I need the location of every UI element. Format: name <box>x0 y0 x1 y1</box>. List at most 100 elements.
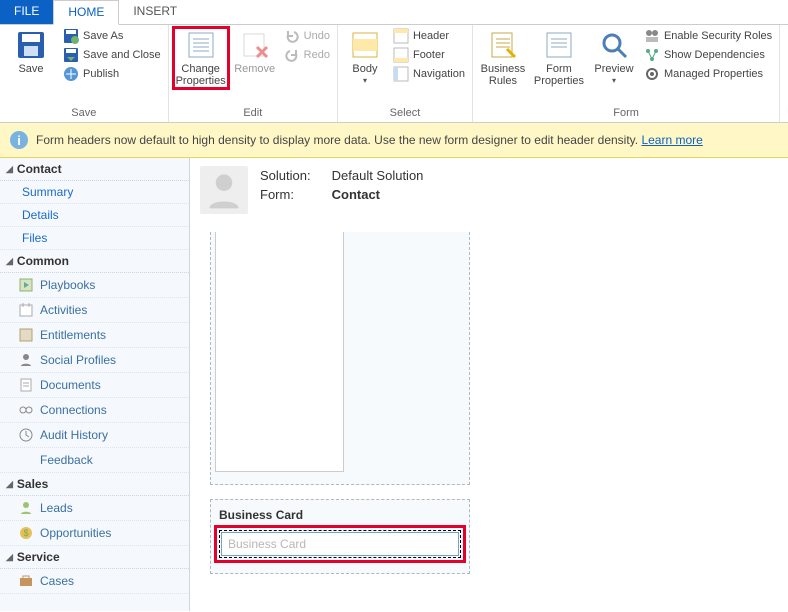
tab-file[interactable]: FILE <box>0 0 53 24</box>
security-roles-icon <box>644 28 660 44</box>
group-label-edit: Edit <box>173 105 333 122</box>
sidebar-item-documents[interactable]: Documents <box>0 373 189 398</box>
business-card-title: Business Card <box>219 508 463 522</box>
avatar <box>200 166 248 214</box>
social-icon <box>18 352 34 368</box>
save-and-close-button[interactable]: Save and Close <box>60 46 164 64</box>
sidebar-header-common[interactable]: ◢Common <box>0 250 189 273</box>
merge-forms-button[interactable]: MergeForms <box>784 27 788 89</box>
sidebar-item-details[interactable]: Details <box>0 204 189 227</box>
caret-icon: ◢ <box>6 479 13 490</box>
form-section-placeholder[interactable] <box>210 232 470 485</box>
save-as-label: Save As <box>83 30 123 42</box>
form-value: Contact <box>332 187 380 202</box>
ribbon-group-select: Body ▾ Header Footer Navigation Select <box>338 25 473 122</box>
connections-icon <box>18 402 34 418</box>
footer-button[interactable]: Footer <box>390 46 468 64</box>
tab-home[interactable]: HOME <box>53 0 119 25</box>
info-icon: i <box>10 131 28 149</box>
form-label: Form: <box>260 187 328 202</box>
save-as-icon <box>63 28 79 44</box>
documents-icon <box>18 377 34 393</box>
form-column-placeholder[interactable] <box>215 232 344 472</box>
caret-icon: ◢ <box>6 552 13 563</box>
audit-icon <box>18 427 34 443</box>
group-label-save: Save <box>4 105 164 122</box>
enable-security-roles-button[interactable]: Enable Security Roles <box>641 27 775 45</box>
header-button[interactable]: Header <box>390 27 468 45</box>
sidebar-header-contact[interactable]: ◢Contact <box>0 158 189 181</box>
sidebar-item-feedback[interactable]: Feedback <box>0 448 189 473</box>
sidebar-item-audit-history[interactable]: Audit History <box>0 423 189 448</box>
leads-icon <box>18 500 34 516</box>
ribbon-group-edit: ChangeProperties Remove Undo Redo Edit <box>169 25 338 122</box>
save-icon <box>15 29 47 61</box>
change-properties-button[interactable]: ChangeProperties <box>173 27 229 89</box>
sidebar-item-summary[interactable]: Summary <box>0 181 189 204</box>
save-close-icon <box>63 47 79 63</box>
undo-button[interactable]: Undo <box>281 27 333 45</box>
sidebar-item-leads[interactable]: Leads <box>0 496 189 521</box>
business-card-section[interactable]: Business Card Business Card <box>210 499 470 574</box>
tab-insert[interactable]: INSERT <box>119 0 191 24</box>
dependencies-icon <box>644 47 660 63</box>
ribbon-group-form: BusinessRules FormProperties Preview ▾ E… <box>473 25 780 122</box>
preview-button[interactable]: Preview ▾ <box>589 27 639 87</box>
preview-icon <box>598 29 630 61</box>
ribbon-tabs: FILE HOME INSERT <box>0 0 788 25</box>
business-rules-button[interactable]: BusinessRules <box>477 27 529 89</box>
group-label-select: Select <box>342 105 468 122</box>
navigation-button[interactable]: Navigation <box>390 65 468 83</box>
sidebar-item-social-profiles[interactable]: Social Profiles <box>0 348 189 373</box>
publish-label: Publish <box>83 68 119 80</box>
remove-button[interactable]: Remove <box>231 27 279 77</box>
sidebar-header-sales[interactable]: ◢Sales <box>0 473 189 496</box>
body-icon <box>349 29 381 61</box>
chevron-down-icon: ▾ <box>612 76 616 85</box>
save-close-label: Save and Close <box>83 49 161 61</box>
header-icon <box>393 28 409 44</box>
sidebar-item-files[interactable]: Files <box>0 227 189 250</box>
ribbon: Save Save As Save and Close Publish Save <box>0 25 788 123</box>
sidebar-section-contact: ◢Contact Summary Details Files <box>0 158 189 250</box>
sidebar-item-activities[interactable]: Activities <box>0 298 189 323</box>
form-properties-button[interactable]: FormProperties <box>531 27 587 89</box>
ribbon-group-save: Save Save As Save and Close Publish Save <box>0 25 169 122</box>
sidebar-section-common: ◢Common Playbooks Activities Entitlement… <box>0 250 189 473</box>
solution-label: Solution: <box>260 168 328 183</box>
opportunities-icon: $ <box>18 525 34 541</box>
entitlements-icon <box>18 327 34 343</box>
form-properties-icon <box>543 29 575 61</box>
svg-text:$: $ <box>23 528 28 538</box>
learn-more-link[interactable]: Learn more <box>641 133 702 147</box>
sidebar-item-playbooks[interactable]: Playbooks <box>0 273 189 298</box>
sidebar-section-service: ◢Service Cases <box>0 546 189 594</box>
form-canvas: Solution: Default Solution Form: Contact… <box>190 158 788 611</box>
business-card-field-highlight: Business Card <box>217 528 463 560</box>
redo-button[interactable]: Redo <box>281 46 333 64</box>
sidebar-item-cases[interactable]: Cases <box>0 569 189 594</box>
sidebar-section-sales: ◢Sales Leads $Opportunities <box>0 473 189 546</box>
remove-icon <box>239 29 271 61</box>
body-button[interactable]: Body ▾ <box>342 27 388 87</box>
save-button[interactable]: Save <box>4 27 58 77</box>
sidebar-item-connections[interactable]: Connections <box>0 398 189 423</box>
sidebar-item-opportunities[interactable]: $Opportunities <box>0 521 189 546</box>
publish-button[interactable]: Publish <box>60 65 164 83</box>
managed-properties-button[interactable]: Managed Properties <box>641 65 775 83</box>
redo-icon <box>284 47 300 63</box>
chevron-down-icon: ▾ <box>363 76 367 85</box>
gear-icon <box>644 66 660 82</box>
sidebar: ◢Contact Summary Details Files ◢Common P… <box>0 158 190 611</box>
sidebar-item-entitlements[interactable]: Entitlements <box>0 323 189 348</box>
activities-icon <box>18 302 34 318</box>
cases-icon <box>18 573 34 589</box>
sidebar-header-service[interactable]: ◢Service <box>0 546 189 569</box>
save-as-button[interactable]: Save As <box>60 27 164 45</box>
footer-icon <box>393 47 409 63</box>
show-dependencies-button[interactable]: Show Dependencies <box>641 46 775 64</box>
info-bar: i Form headers now default to high densi… <box>0 123 788 158</box>
business-card-field-selection: Business Card <box>219 530 461 558</box>
properties-icon <box>185 29 217 61</box>
business-card-field[interactable]: Business Card <box>221 532 459 556</box>
